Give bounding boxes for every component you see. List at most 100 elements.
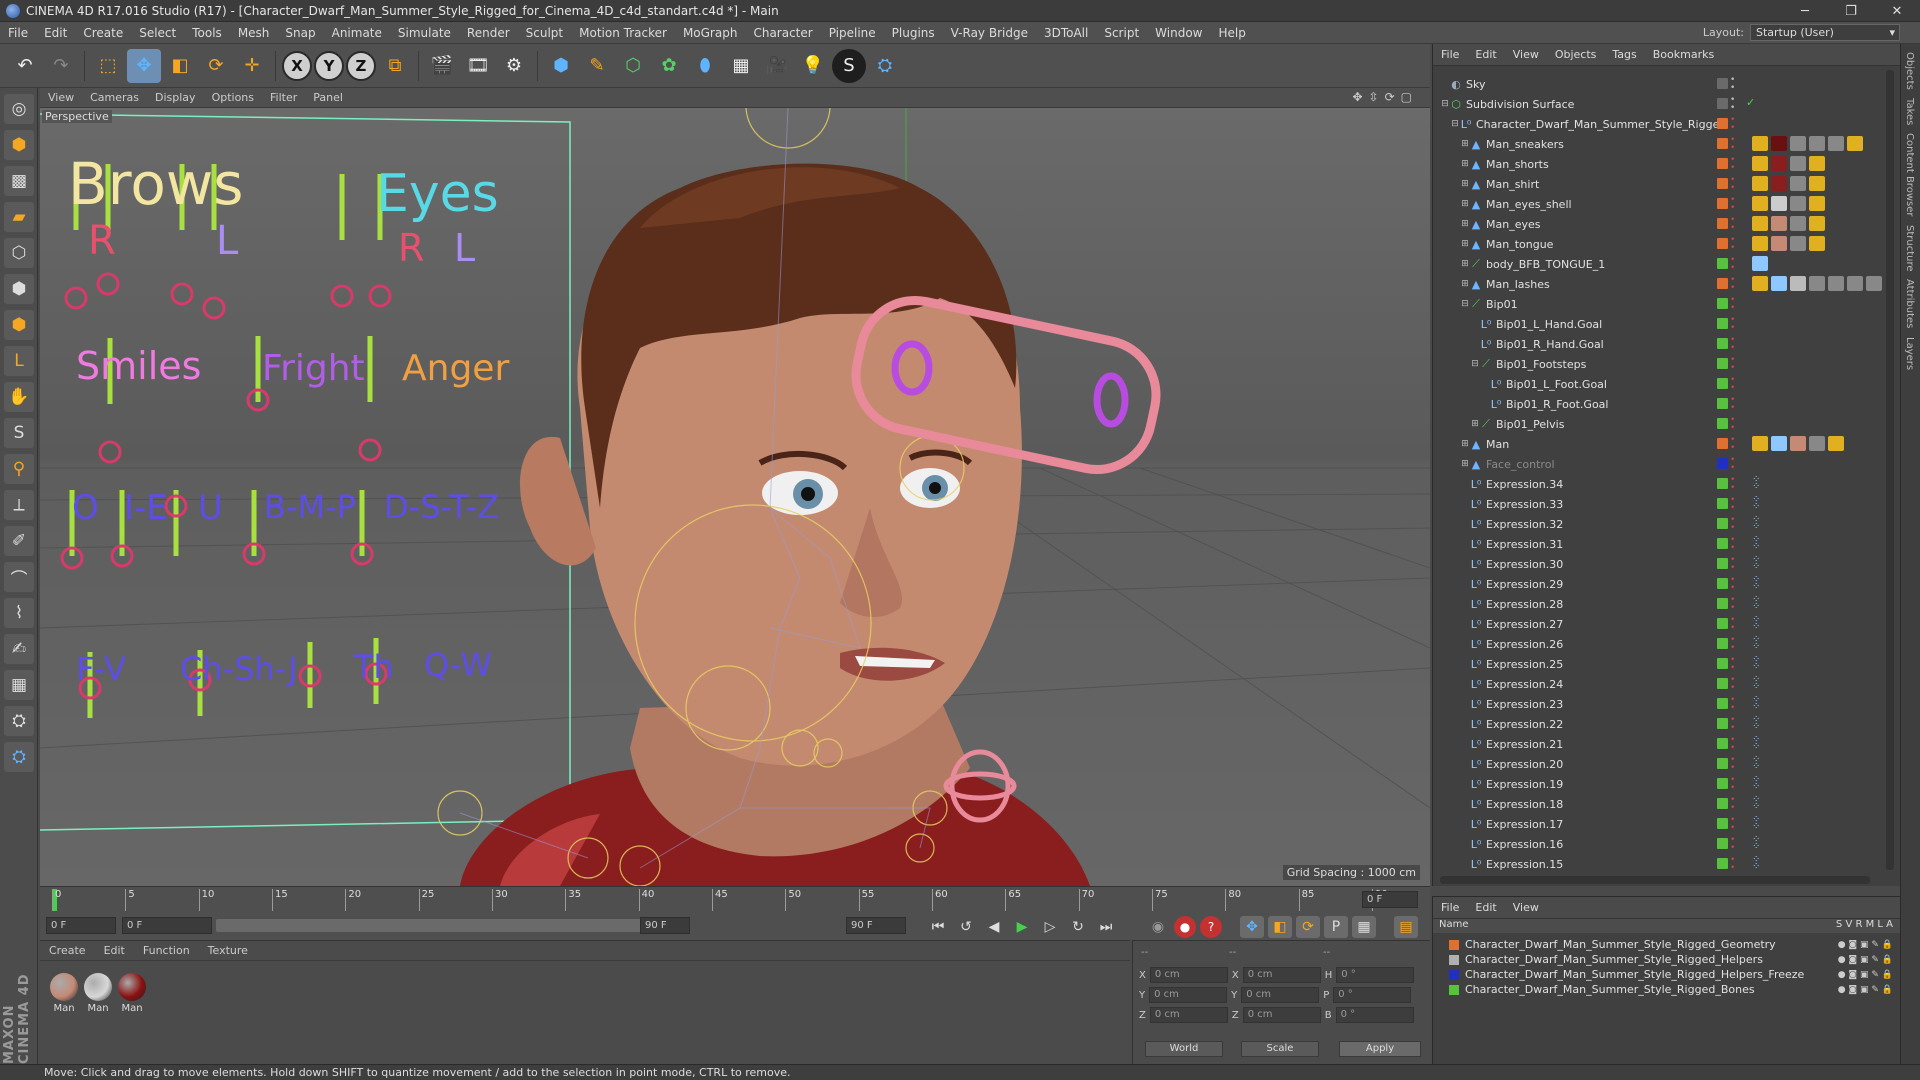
visibility-dots-icon[interactable]: • • [1730, 96, 1735, 113]
layer-color-swatch[interactable] [1717, 698, 1728, 709]
deformer-icon[interactable]: ⬮ [688, 49, 722, 83]
side-tab-content-browser[interactable]: Content Browser [1904, 133, 1915, 216]
viewport-menu-cameras[interactable]: Cameras [82, 91, 147, 104]
layer-menu-edit[interactable]: Edit [1467, 901, 1504, 914]
visibility-dots-icon[interactable]: • • [1730, 396, 1735, 413]
coord-mode-select[interactable]: Scale [1241, 1041, 1319, 1057]
layer-color-swatch[interactable] [1717, 78, 1728, 89]
viewport-menu-view[interactable]: View [40, 91, 82, 104]
menu-select[interactable]: Select [131, 22, 184, 44]
tag-icon[interactable] [1752, 236, 1768, 251]
script-icon[interactable]: ⛭ [4, 706, 34, 736]
tag-icon[interactable] [1809, 136, 1825, 151]
coord-a-field[interactable]: 0 cm [1149, 1007, 1228, 1023]
timeline-window-icon[interactable]: ▤ [1394, 916, 1418, 938]
layer-color-swatch[interactable] [1717, 198, 1728, 209]
tag-icon[interactable] [1809, 156, 1825, 171]
layer-color-swatch[interactable] [1717, 298, 1728, 309]
tag-icon[interactable] [1809, 436, 1825, 451]
visibility-dots-icon[interactable]: • • [1730, 816, 1735, 833]
layer-row[interactable]: Character_Dwarf_Man_Summer_Style_Rigged_… [1433, 967, 1901, 982]
texture-mode-icon[interactable]: ▩ [4, 166, 34, 196]
material-menu-create[interactable]: Create [40, 944, 95, 957]
cube-primitive-icon[interactable]: ⬢ [544, 49, 578, 83]
tag-icon[interactable] [1752, 176, 1768, 191]
visibility-dots-icon[interactable]: • • [1730, 116, 1735, 133]
layer-color-swatch[interactable] [1717, 678, 1728, 689]
minimize-button[interactable]: ─ [1782, 0, 1828, 22]
layer-color-swatch[interactable] [1717, 398, 1728, 409]
slider-knob[interactable] [358, 438, 382, 462]
layer-flags-icon[interactable]: ● ◙ ▣ ✎ 🔒 [1838, 955, 1893, 965]
xpresso-tag-icon[interactable]: ⁘ ⁘ [1752, 735, 1766, 752]
xpresso-tag-icon[interactable]: ⁘ ⁘ [1752, 755, 1766, 772]
object-row[interactable]: L⁰ Expression.23 [1432, 694, 1900, 714]
tag-icon[interactable] [1809, 196, 1825, 211]
layer-color-swatch[interactable] [1717, 518, 1728, 529]
layer-color-swatch[interactable] [1717, 358, 1728, 369]
layer-color-swatch[interactable] [1717, 158, 1728, 169]
tag-icon[interactable] [1771, 176, 1787, 191]
tag-icon[interactable] [1809, 236, 1825, 251]
expand-toggle-icon[interactable]: ⊞ [1460, 179, 1470, 189]
visibility-dots-icon[interactable]: • • [1730, 696, 1735, 713]
visibility-dots-icon[interactable]: • • [1730, 736, 1735, 753]
menu-tools[interactable]: Tools [184, 22, 230, 44]
tag-icon[interactable] [1752, 216, 1768, 231]
layer-color-swatch[interactable] [1717, 458, 1728, 469]
object-manager-hscrollbar[interactable] [1440, 876, 1870, 884]
object-menu-objects[interactable]: Objects [1547, 48, 1605, 61]
object-row[interactable]: ⊟ ⟋ Bip01_Footsteps [1432, 354, 1900, 374]
scale-tool-icon[interactable]: ◧ [163, 49, 197, 83]
viewport-menu-options[interactable]: Options [204, 91, 262, 104]
visibility-dots-icon[interactable]: • • [1730, 356, 1735, 373]
layer-color-swatch[interactable] [1717, 498, 1728, 509]
visibility-dots-icon[interactable]: • • [1730, 196, 1735, 213]
visibility-dots-icon[interactable]: • • [1730, 76, 1735, 93]
object-menu-bookmarks[interactable]: Bookmarks [1645, 48, 1722, 61]
object-row[interactable]: ⊞ ▲ Man_tongue [1432, 234, 1900, 254]
tag-icon[interactable] [1752, 196, 1768, 211]
axis-mode-icon[interactable]: L [4, 346, 34, 376]
python-script-icon[interactable]: ⛭ [4, 742, 34, 772]
layer-color-swatch[interactable] [1717, 798, 1728, 809]
layer-color-swatch[interactable] [1717, 118, 1728, 129]
python-icon[interactable]: ⛭ [868, 49, 902, 83]
layer-color-swatch[interactable] [1717, 218, 1728, 229]
tag-icon[interactable] [1790, 196, 1806, 211]
viewport-menu-filter[interactable]: Filter [262, 91, 305, 104]
object-row[interactable]: L⁰ Expression.15 [1432, 854, 1900, 874]
xpresso-tag-icon[interactable]: ⁘ ⁘ [1752, 615, 1766, 632]
coord-b-field[interactable]: 0 cm [1242, 1007, 1321, 1023]
xpresso-tag-icon[interactable]: ⁘ ⁘ [1752, 795, 1766, 812]
tag-icon[interactable] [1771, 196, 1787, 211]
previous-key-icon[interactable]: ↺ [954, 916, 978, 938]
layer-color-swatch[interactable] [1717, 658, 1728, 669]
tag-icon[interactable] [1752, 256, 1768, 271]
material-menu-function[interactable]: Function [134, 944, 199, 957]
layer-color-swatch[interactable] [1717, 98, 1728, 109]
expand-toggle-icon[interactable]: ⊟ [1440, 99, 1450, 109]
visibility-dots-icon[interactable]: • • [1730, 436, 1735, 453]
visibility-dots-icon[interactable]: • • [1730, 496, 1735, 513]
layer-color-swatch[interactable] [1717, 538, 1728, 549]
xpresso-tag-icon[interactable]: ⁘ ⁘ [1752, 535, 1766, 552]
side-tab-takes[interactable]: Takes [1904, 98, 1915, 125]
visibility-dots-icon[interactable]: • • [1730, 216, 1735, 233]
menu-plugins[interactable]: Plugins [884, 22, 943, 44]
make-editable-icon[interactable]: ◎ [4, 94, 34, 124]
layer-color-swatch[interactable] [1717, 418, 1728, 429]
model-mode-icon[interactable]: ⬢ [4, 130, 34, 160]
menu-file[interactable]: File [0, 22, 36, 44]
face-slider[interactable] [298, 642, 322, 708]
coord-a-field[interactable]: 0 cm [1149, 987, 1228, 1003]
expand-toggle-icon[interactable]: ⊟ [1450, 119, 1460, 129]
sculpt-grab-icon[interactable]: ⌒ [4, 562, 34, 592]
z-axis-lock-icon[interactable]: Z [346, 50, 376, 81]
slider-knob[interactable] [368, 284, 392, 308]
object-row[interactable]: L⁰ Bip01_R_Foot.Goal [1432, 394, 1900, 414]
xpresso-tag-icon[interactable]: ⁘ ⁘ [1752, 595, 1766, 612]
xpresso-tag-icon[interactable]: ⁘ ⁘ [1752, 815, 1766, 832]
tag-icon[interactable] [1847, 136, 1863, 151]
coordinate-system-icon[interactable]: ⧉ [378, 49, 412, 83]
